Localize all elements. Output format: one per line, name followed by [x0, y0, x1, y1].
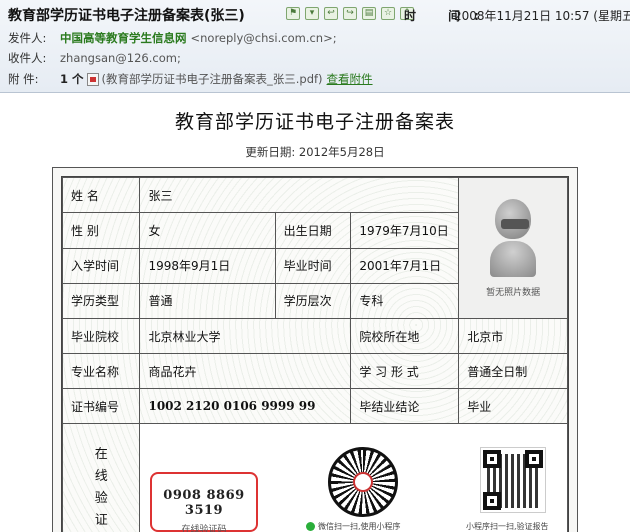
enroll-value: 1998年9月1日	[139, 247, 276, 284]
verify-label: 在线验证	[94, 446, 108, 528]
enroll-label: 入学时间	[61, 247, 141, 284]
major-value: 商品花卉	[139, 353, 352, 389]
star-icon[interactable]: ☆	[381, 7, 395, 20]
birth-value: 1979年7月10日	[350, 212, 460, 249]
sender-label: 发件人:	[8, 31, 47, 45]
photo-placeholder: 暂无照片数据	[459, 178, 567, 318]
email-subject: 教育部学历证书电子注册备案表(张三)	[8, 8, 245, 24]
edu-level-value: 专科	[350, 282, 460, 320]
print-icon[interactable]: ▤	[362, 7, 376, 20]
name-label: 姓 名	[61, 176, 141, 214]
school-value: 北京林业大学	[139, 318, 352, 354]
grad-label: 毕业时间	[274, 247, 352, 284]
location-value: 北京市	[458, 318, 568, 354]
registration-form-frame: 姓 名 张三 暂无照片数据 性 别 女 出生日期 1979年7月10日 入学时间…	[52, 167, 578, 532]
cert-label: 证书编号	[61, 388, 141, 424]
major-label: 专业名称	[61, 353, 141, 389]
update-date: 更新日期: 2012年5月28日	[245, 145, 385, 159]
chevron-down-icon[interactable]: ▾	[305, 7, 319, 20]
miniapp-caption: 小程序扫一扫,验证报告	[466, 522, 549, 531]
location-label: 院校所在地	[350, 318, 460, 354]
attachment-row: 附 件: 1 个 (教育部学历证书电子注册备案表_张三.pdf) 查看附件	[8, 71, 373, 87]
table-row: 姓 名 张三 暂无照片数据	[61, 176, 568, 319]
table-row: 专业名称 商品花卉 学 习 形 式 普通全日制	[61, 353, 568, 389]
table-row: 毕业院校 北京林业大学 院校所在地 北京市	[61, 318, 568, 354]
recipient-row: 收件人: zhangsan@126.com;	[8, 50, 181, 66]
recipient-value[interactable]: zhangsan@126.com;	[60, 51, 181, 65]
mode-label: 学 习 形 式	[350, 353, 460, 389]
edu-type-label: 学历类型	[61, 282, 141, 320]
mode-value: 普通全日制	[458, 353, 568, 389]
attachment-count: 1 个	[60, 72, 84, 86]
time-value: 2008年11月21日 10:57 (星期五)	[454, 9, 630, 23]
birth-label: 出生日期	[274, 212, 352, 249]
cert-value: 1002 2120 0106 9999 99	[139, 388, 352, 424]
flag-icon[interactable]: ⚑	[286, 7, 300, 20]
result-label: 毕结业结论	[350, 388, 460, 424]
wechat-miniprogram-qr-icon	[328, 447, 398, 517]
no-photo-text: 暂无照片数据	[486, 287, 541, 298]
verify-code-caption: 在线验证码	[181, 525, 227, 532]
sender-name-link[interactable]: 中国高等教育学生信息网	[60, 30, 187, 46]
verify-code-box: 0908 8869 3519 在线验证码	[150, 472, 258, 532]
pdf-file-icon	[86, 72, 99, 86]
sender-email: <noreply@chsi.com.cn>;	[190, 31, 337, 45]
verification-qr-code-icon	[480, 447, 546, 513]
attachment-filename[interactable]: (教育部学历证书电子注册备案表_张三.pdf)	[102, 71, 323, 87]
forward-icon[interactable]: ↪	[343, 7, 357, 20]
recipient-label: 收件人:	[8, 51, 47, 65]
subject-row: 教育部学历证书电子注册备案表(张三) ⚑ ▾ ↩ ↪ ▤ ☆ ⌃ 时 间: 20…	[8, 5, 630, 25]
wechat-icon	[306, 522, 315, 531]
name-value: 张三	[139, 176, 460, 214]
reply-icon[interactable]: ↩	[324, 7, 338, 20]
view-attachment-link[interactable]: 查看附件	[327, 71, 373, 87]
result-value: 毕业	[458, 388, 568, 424]
grad-value: 2001年7月1日	[350, 247, 460, 284]
school-label: 毕业院校	[61, 318, 141, 354]
email-toolbar: ⚑ ▾ ↩ ↪ ▤ ☆ ⌃	[286, 7, 414, 20]
wechat-caption-row: 微信扫一扫,使用小程序	[306, 521, 401, 532]
table-row: 证书编号 1002 2120 0106 9999 99 毕结业结论 毕业	[61, 388, 568, 424]
wechat-caption: 微信扫一扫,使用小程序	[318, 522, 401, 531]
gender-value: 女	[139, 212, 276, 249]
sender-row: 发件人: 中国高等教育学生信息网 <noreply@chsi.com.cn>;	[8, 30, 337, 46]
verify-label-cell: 在线验证	[61, 423, 141, 532]
attachment-label: 附 件:	[8, 72, 39, 86]
registration-form: 姓 名 张三 暂无照片数据 性 别 女 出生日期 1979年7月10日 入学时间…	[61, 176, 569, 532]
verify-code: 0908 8869 3519	[163, 488, 245, 518]
document-title: 教育部学历证书电子注册备案表	[174, 111, 455, 133]
edu-type-value: 普通	[139, 282, 276, 320]
avatar-placeholder-icon	[488, 198, 538, 279]
email-header: 教育部学历证书电子注册备案表(张三) ⚑ ▾ ↩ ↪ ▤ ☆ ⌃ 时 间: 20…	[0, 0, 630, 93]
photo-cell: 暂无照片数据	[458, 177, 568, 319]
gender-label: 性 别	[61, 212, 141, 249]
edu-level-label: 学历层次	[274, 282, 352, 320]
